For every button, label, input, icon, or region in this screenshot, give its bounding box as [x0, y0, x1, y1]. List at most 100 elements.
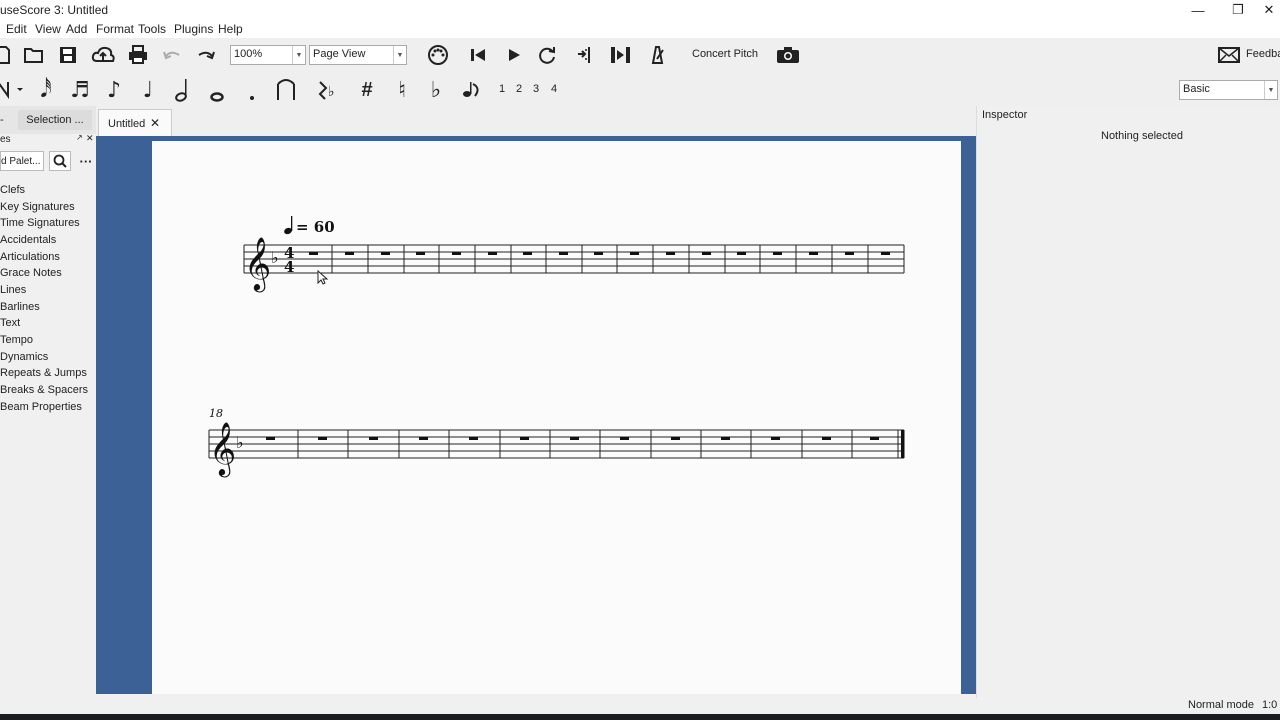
zoom-select[interactable]: 100% ▼ [230, 45, 306, 65]
tempo-marking[interactable]: = 60 [283, 216, 335, 236]
menu-help[interactable]: Help [218, 22, 243, 36]
palette-item-text[interactable]: Text [0, 317, 20, 329]
status-bar: Normal mode 1:0 [0, 698, 1280, 714]
palette-item-beam-properties[interactable]: Beam Properties [0, 401, 82, 413]
key-signature-flat: ♭ [271, 248, 279, 267]
svg-text:♭: ♭ [328, 84, 335, 100]
palette-item-tempo[interactable]: Tempo [0, 334, 33, 346]
treble-clef: 𝄞 [209, 421, 236, 477]
tab-untitled[interactable]: Untitled ✕ [98, 109, 172, 136]
flat-icon[interactable]: ♭ [424, 78, 448, 103]
tab-label: Untitled [108, 118, 146, 130]
palette-tab-bar: - Selection ... [0, 106, 96, 134]
menu-view[interactable]: View [35, 22, 61, 36]
tie-icon[interactable] [273, 78, 299, 102]
16th-note-icon[interactable]: ♬ [68, 78, 92, 103]
menu-plugins[interactable]: Plugins [174, 22, 213, 36]
file-toolbar: 100% ▼ Page View ▼ Concert Pitch Feedba [0, 38, 1280, 72]
natural-icon[interactable]: ♮ [390, 78, 414, 103]
voice-4-button[interactable]: 4 [551, 83, 557, 95]
palette-item-dynamics[interactable]: Dynamics [0, 351, 48, 363]
play-icon[interactable] [502, 45, 526, 65]
tempo-text: = 60 [296, 218, 335, 236]
note-input-mode-icon[interactable] [0, 78, 28, 100]
quarter-note-icon[interactable]: ♩ [136, 78, 160, 103]
palette-tab-fragment[interactable]: - [0, 114, 4, 126]
metronome-repeat-icon[interactable] [572, 45, 596, 65]
envelope-icon[interactable] [1216, 45, 1242, 65]
augmentation-dot-icon[interactable] [240, 78, 264, 102]
loop-icon[interactable] [535, 45, 559, 65]
palette-item-barlines[interactable]: Barlines [0, 301, 40, 313]
redo-icon[interactable] [194, 45, 218, 65]
undo-icon[interactable] [160, 45, 184, 65]
view-mode-select[interactable]: Page View ▼ [309, 45, 407, 65]
restore-button[interactable]: ❐ [1220, 0, 1256, 20]
print-icon[interactable] [126, 45, 150, 65]
flip-direction-icon[interactable] [458, 78, 484, 102]
save-icon[interactable] [56, 45, 80, 65]
more-options-icon[interactable]: ··· [76, 151, 96, 171]
palette-item-articulations[interactable]: Articulations [0, 251, 60, 263]
float-icon[interactable]: ↗ [76, 133, 83, 142]
concert-pitch-toggle[interactable]: Concert Pitch [692, 48, 758, 60]
chevron-down-icon: ▼ [393, 46, 406, 64]
whole-note-icon[interactable] [205, 78, 229, 102]
menu-tools[interactable]: Tools [138, 22, 166, 36]
palette-item-key-signatures[interactable]: Key Signatures [0, 201, 75, 213]
menu-bar: Edit View Add Format Tools Plugins Help [0, 20, 1280, 38]
add-palette-button[interactable]: d Palet... [0, 151, 44, 171]
close-window-button[interactable]: ✕ [1258, 0, 1280, 20]
palette-item-time-signatures[interactable]: Time Signatures [0, 217, 80, 229]
inspector-panel: Inspector Nothing selected [976, 106, 1280, 698]
close-icon[interactable]: ✕ [86, 133, 94, 144]
palette-item-grace-notes[interactable]: Grace Notes [0, 267, 62, 279]
measure-number: 18 [209, 407, 223, 420]
feedback-button[interactable]: Feedba [1246, 48, 1280, 60]
half-note-icon[interactable] [170, 78, 194, 102]
rewind-icon[interactable] [466, 45, 490, 65]
staff-system-1[interactable]: 𝄞 ♭ 4 4 [243, 236, 905, 292]
palette-item-clefs[interactable]: Clefs [0, 184, 25, 196]
selection-tab[interactable]: Selection ... [18, 110, 92, 130]
inspector-title: Inspector [982, 109, 1028, 121]
workspace-select[interactable]: Basic ▼ [1179, 80, 1278, 100]
voice-2-button[interactable]: 2 [516, 83, 522, 95]
close-icon[interactable]: ✕ [150, 116, 160, 130]
os-taskbar [0, 714, 1280, 720]
open-folder-icon[interactable] [22, 45, 46, 65]
staff-system-2[interactable]: 𝄞 ♭ [208, 421, 905, 477]
metronome-icon[interactable] [645, 45, 669, 65]
sharp-icon[interactable]: # [355, 78, 379, 102]
palettes-header: es [0, 134, 11, 145]
midi-input-icon[interactable] [425, 45, 451, 65]
score-tab-bar: Untitled ✕ [96, 106, 976, 136]
rest-icon[interactable]: ♭ [314, 78, 340, 102]
new-score-icon[interactable] [0, 45, 10, 65]
pan-score-icon[interactable] [608, 45, 634, 65]
final-barline [901, 430, 905, 458]
palette-item-breaks-spacers[interactable]: Breaks & Spacers [0, 384, 88, 396]
palette-item-accidentals[interactable]: Accidentals [0, 234, 56, 246]
eighth-note-icon[interactable]: ♪ [102, 78, 126, 103]
search-icon[interactable] [49, 151, 71, 171]
64th-note-icon[interactable]: 𝅘𝅥𝅰 [34, 78, 58, 103]
menu-format[interactable]: Format [96, 22, 134, 36]
voice-1-button[interactable]: 1 [499, 83, 505, 95]
voice-3-button[interactable]: 3 [533, 83, 539, 95]
upload-cloud-icon[interactable] [90, 45, 116, 65]
inspector-empty-text: Nothing selected [1101, 130, 1183, 142]
palette-item-repeats-jumps[interactable]: Repeats & Jumps [0, 367, 87, 379]
menu-edit[interactable]: Edit [6, 22, 27, 36]
score-page[interactable]: = 60 𝄞 ♭ 4 4 18 𝄞 ♭ [152, 141, 961, 694]
camera-icon[interactable] [775, 45, 801, 65]
minimize-button[interactable]: — [1180, 0, 1216, 20]
palette-item-lines[interactable]: Lines [0, 284, 26, 296]
chevron-down-icon: ▼ [1264, 81, 1277, 99]
mode-status: Normal mode [1188, 699, 1255, 711]
chevron-down-icon: ▼ [292, 46, 305, 64]
menu-add[interactable]: Add [66, 22, 87, 36]
title-bar: useScore 3: Untitled — ❐ ✕ [0, 0, 1280, 20]
note-input-toolbar: 𝅘𝅥𝅰 ♬ ♪ ♩ ♭ # ♮ ♭ 1 2 3 4 Basic ▼ [0, 72, 1280, 107]
view-mode-value: Page View [313, 48, 366, 60]
